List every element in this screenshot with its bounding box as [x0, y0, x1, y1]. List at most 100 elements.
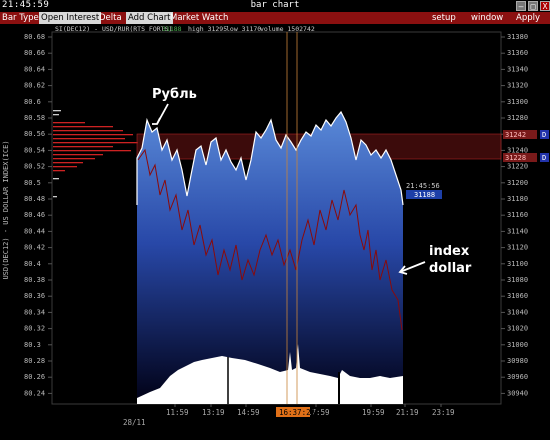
ruble-annotation: Рубль — [152, 87, 197, 102]
left-tick-label: 80.42 — [24, 244, 45, 252]
profile-bar — [53, 134, 133, 136]
profile-bar — [53, 126, 113, 128]
right-tick-label: 31280 — [507, 114, 528, 122]
close-button[interactable]: X — [540, 1, 550, 11]
dollar-annotation-line2: dollar — [429, 261, 472, 276]
menu-window[interactable]: window — [471, 12, 503, 24]
right-tick-label: 31000 — [507, 341, 528, 349]
menu-open-interest[interactable]: Open Interest — [39, 12, 102, 24]
svg-text:D: D — [542, 154, 546, 162]
left-tick-label: 80.34 — [24, 308, 45, 316]
left-tick-label: 80.64 — [24, 65, 45, 73]
dollar-annotation-line1: index — [429, 244, 470, 259]
menu-market-watch[interactable]: Market Watch — [170, 12, 228, 24]
ruble-arrow-head — [152, 117, 161, 125]
left-tick-label: 80.5 — [24, 179, 41, 187]
left-tick-label: 80.36 — [24, 292, 45, 300]
profile-bar — [53, 170, 65, 172]
right-tick-label: 30940 — [507, 389, 528, 397]
date-label: 28/11 — [123, 418, 146, 427]
right-tick-label: 30960 — [507, 373, 528, 381]
right-tick-label: 31140 — [507, 227, 528, 235]
menu-delta[interactable]: Delta — [99, 12, 122, 24]
right-axis: 3138031360313403132031300312803126031240… — [501, 33, 528, 397]
profile-bar — [53, 196, 57, 198]
menu-add-chart[interactable]: Add Chart — [126, 12, 173, 24]
profile-bar — [53, 162, 83, 164]
left-tick-label: 80.44 — [24, 227, 45, 235]
left-tick-label: 80.26 — [24, 373, 45, 381]
time-tick-label: 23:19 — [432, 408, 455, 417]
maximize-button[interactable]: □ — [528, 1, 538, 11]
left-tick-label: 80.46 — [24, 211, 45, 219]
svg-text:31242: 31242 — [505, 131, 526, 139]
right-tick-label: 31380 — [507, 33, 528, 41]
left-tick-label: 80.66 — [24, 49, 45, 57]
profile-bar — [53, 154, 103, 156]
right-tick-label: 31320 — [507, 82, 528, 90]
time-tick-label: 19:59 — [362, 408, 385, 417]
left-tick-label: 80.6 — [24, 98, 41, 106]
right-tick-label: 31200 — [507, 179, 528, 187]
left-axis-title: USD(DEC12) - US DOLLAR INDEX(ICE) — [2, 140, 10, 279]
right-tick-label: 31080 — [507, 276, 528, 284]
time-tick-label: 13:19 — [202, 408, 225, 417]
menu-bar: Bar Type Open Interest Delta Add Chart M… — [0, 12, 550, 24]
last-price-box: 21:45:56 31188 — [406, 182, 442, 199]
left-tick-label: 80.32 — [24, 325, 45, 333]
time-tick-label: 14:59 — [237, 408, 260, 417]
svg-text:D: D — [542, 131, 546, 139]
right-tick-label: 31120 — [507, 244, 528, 252]
time-tick-label: 11:59 — [166, 408, 189, 417]
profile-bar — [53, 122, 85, 124]
profile-bar — [53, 150, 131, 152]
right-tick-label: 31220 — [507, 163, 528, 171]
profile-bar — [53, 146, 113, 148]
right-tick-label: 31100 — [507, 260, 528, 268]
left-tick-label: 80.68 — [24, 33, 45, 41]
right-tick-label: 31300 — [507, 98, 528, 106]
menu-apply[interactable]: Apply — [516, 12, 540, 24]
price-marker-2: 31228 D — [503, 153, 549, 162]
symbol-label: SI(DEC12) - USD/RUR(RTS FORTS) — [55, 25, 172, 33]
bar-chart-panel[interactable]: SI(DEC12) - USD/RUR(RTS FORTS) 31188 hig… — [0, 24, 550, 440]
left-tick-label: 80.48 — [24, 195, 45, 203]
svg-text:31228: 31228 — [505, 154, 526, 162]
right-tick-label: 31340 — [507, 65, 528, 73]
profile-bar — [53, 158, 95, 160]
price-area — [137, 112, 403, 404]
profile-bar — [53, 178, 59, 180]
profile-bar — [53, 110, 61, 112]
right-tick-label: 31180 — [507, 195, 528, 203]
profile-bar — [53, 166, 77, 168]
window-title: bar chart — [250, 0, 300, 10]
volume-label: volume 1502742 — [260, 25, 315, 33]
svg-text:31188: 31188 — [414, 191, 435, 199]
left-tick-label: 80.3 — [24, 341, 41, 349]
volume-profile — [53, 110, 138, 198]
left-axis: 80.68 80.66 80.64 80.62 80.6 80.58 80.56 80.54 8… — [24, 33, 52, 397]
right-tick-label: 31060 — [507, 292, 528, 300]
high-label: high 31295 — [188, 25, 227, 33]
left-tick-label: 80.56 — [24, 130, 45, 138]
profile-bar — [53, 142, 138, 144]
profile-bar — [53, 138, 125, 140]
left-tick-label: 80.24 — [24, 389, 45, 397]
left-tick-label: 80.54 — [24, 146, 45, 154]
last-value: 31188 — [162, 25, 182, 33]
left-tick-label: 80.28 — [24, 357, 45, 365]
left-tick-label: 80.58 — [24, 114, 45, 122]
low-label: low 31170 — [226, 25, 261, 33]
minimize-button[interactable]: – — [516, 1, 526, 11]
menu-setup[interactable]: setup — [432, 12, 456, 24]
left-tick-label: 80.4 — [24, 260, 41, 268]
left-tick-label: 80.52 — [24, 163, 45, 171]
menu-bar-type[interactable]: Bar Type — [2, 12, 39, 24]
right-tick-label: 31040 — [507, 308, 528, 316]
profile-bar — [53, 130, 123, 132]
right-tick-label: 30980 — [507, 357, 528, 365]
left-tick-label: 80.38 — [24, 276, 45, 284]
time-tick-label: 21:19 — [396, 408, 419, 417]
profile-bar — [53, 114, 59, 116]
svg-text:21:45:56: 21:45:56 — [406, 182, 440, 190]
